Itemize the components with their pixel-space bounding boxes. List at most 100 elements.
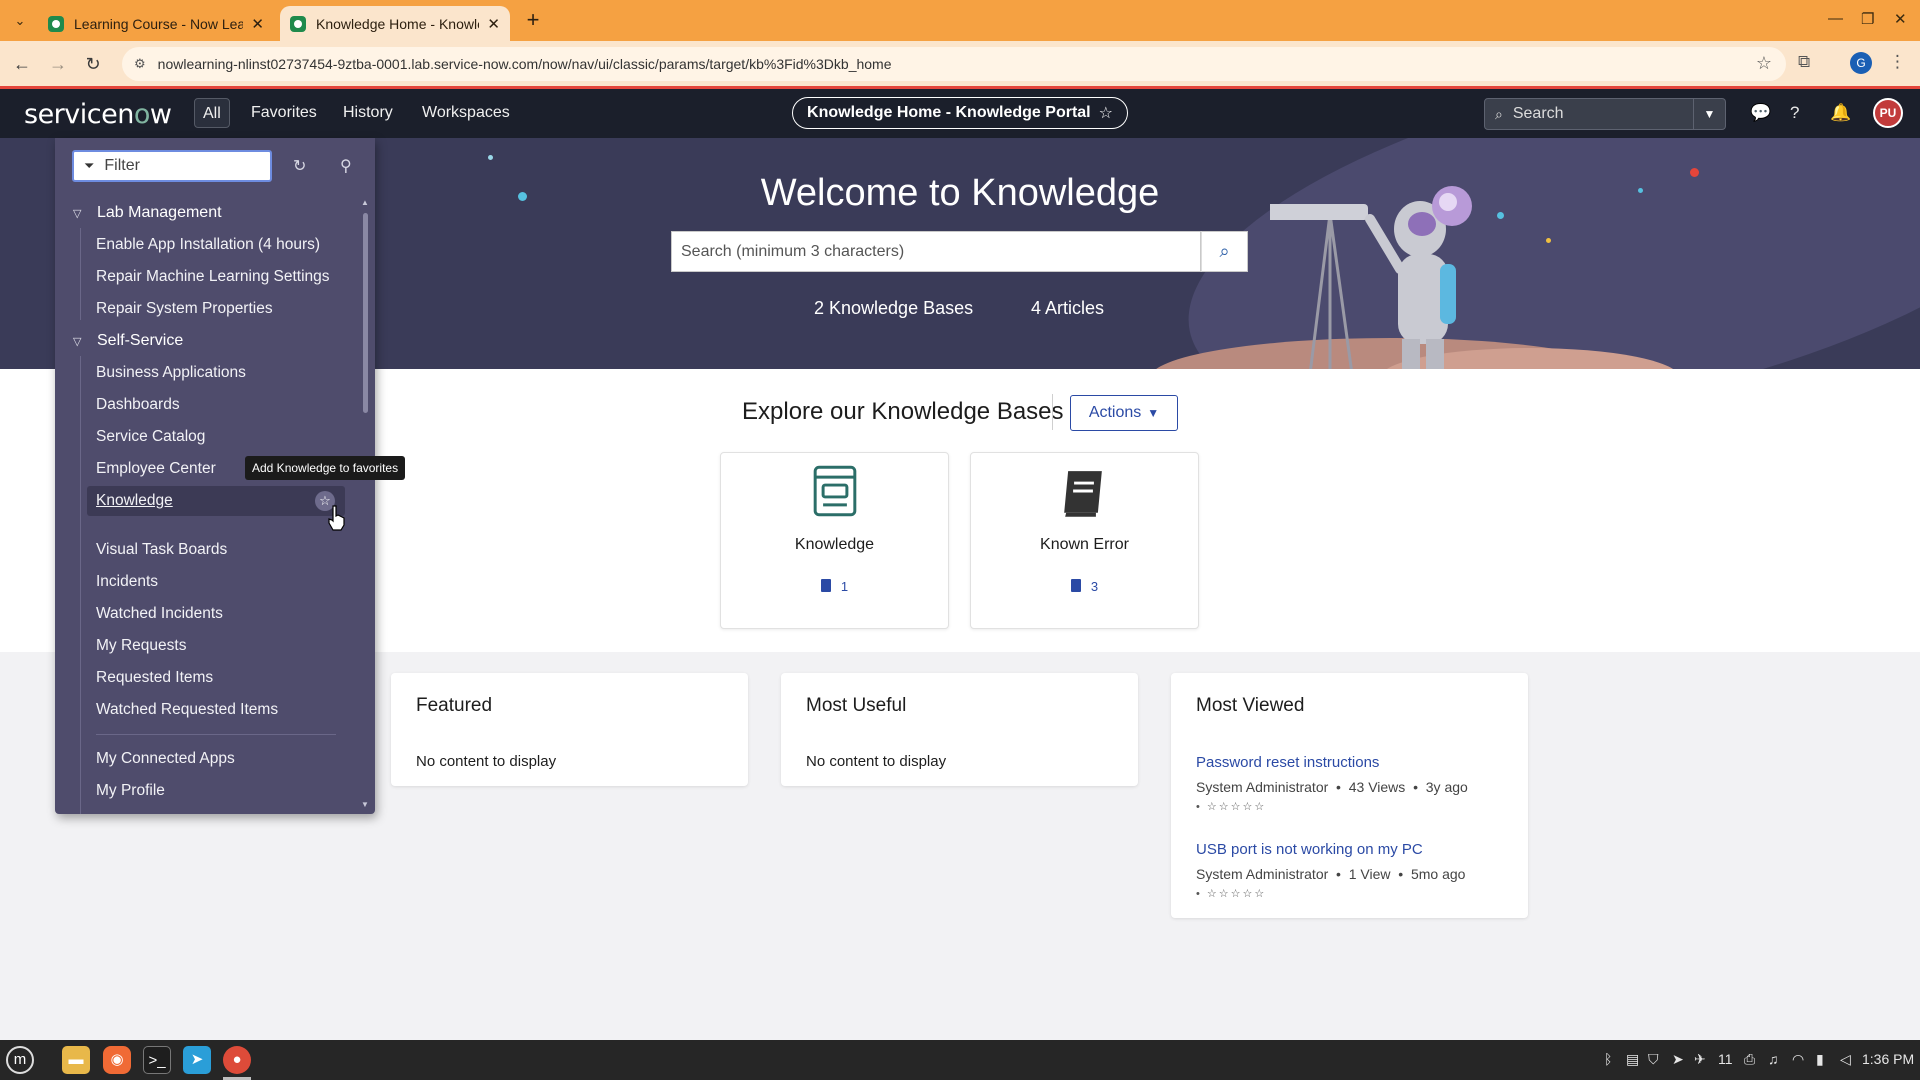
nav-item-incidents[interactable]: Incidents: [96, 573, 158, 591]
browser-profile-avatar[interactable]: G: [1850, 52, 1872, 74]
firefox-icon[interactable]: ◉: [103, 1046, 131, 1074]
printer-icon[interactable]: ⎙: [1744, 1051, 1755, 1068]
browser-tab-learning-course[interactable]: Learning Course - Now Learn ✕: [38, 6, 274, 41]
nav-item-dashboards[interactable]: Dashboards: [96, 396, 180, 414]
tab-close-icon[interactable]: ✕: [251, 15, 264, 33]
nav-favorites[interactable]: Favorites: [243, 98, 325, 128]
nav-item-watched-incidents[interactable]: Watched Incidents: [96, 605, 223, 623]
rocket-icon[interactable]: ✈: [1694, 1051, 1706, 1068]
nav-all[interactable]: All: [194, 98, 230, 128]
telegram-icon[interactable]: ➤: [183, 1046, 211, 1074]
section-self-service[interactable]: ▽ Self-Service: [73, 332, 183, 350]
bluetooth-icon[interactable]: ᛒ: [1604, 1051, 1612, 1067]
help-icon[interactable]: ?: [1790, 103, 1799, 123]
os-taskbar: m ▬ ◉ >_ ➤ ● ᛒ ▤ ⛉ ➤ ✈ 11 ⎙ ♫ ◠ ▮ ◁ 1:36…: [0, 1040, 1920, 1080]
kb-card-known-error[interactable]: Known Error 3: [970, 452, 1199, 629]
navigator-scrollbar[interactable]: [363, 213, 368, 413]
tab-title: Learning Course - Now Learn: [74, 15, 244, 32]
file-manager-icon[interactable]: ▬: [62, 1046, 90, 1074]
refresh-icon[interactable]: ↻: [293, 156, 306, 176]
notifications-bell-icon[interactable]: 🔔: [1830, 103, 1851, 123]
chrome-icon[interactable]: ●: [223, 1046, 251, 1074]
nav-item-my-connected-apps[interactable]: My Connected Apps: [96, 750, 235, 768]
knowledge-search-input[interactable]: Search (minimum 3 characters): [671, 231, 1201, 272]
article-meta: System Administrator • 1 View • 5mo ago: [1196, 866, 1466, 882]
shield-icon[interactable]: ⛉: [1648, 1051, 1659, 1068]
servicenow-logo[interactable]: servicenow: [24, 99, 172, 130]
chevron-down-icon: ▽: [73, 208, 82, 220]
nav-item-business-applications[interactable]: Business Applications: [96, 364, 246, 382]
close-window-icon[interactable]: ✕: [1894, 10, 1907, 28]
back-arrow-icon[interactable]: ←: [9, 51, 35, 77]
articles-count[interactable]: 4 Articles: [1031, 298, 1104, 319]
pin-icon[interactable]: ⚲: [340, 156, 352, 176]
featured-panel: Featured No content to display: [391, 673, 748, 786]
global-search-input[interactable]: ⌕ Search: [1484, 98, 1694, 130]
nav-item-knowledge[interactable]: Knowledge: [87, 486, 345, 516]
navigator-filter-input[interactable]: ⏷ Filter: [72, 150, 272, 182]
music-icon[interactable]: ♫: [1768, 1051, 1779, 1067]
terminal-icon[interactable]: >_: [143, 1046, 171, 1074]
knowledge-bases-count[interactable]: 2 Knowledge Bases: [814, 298, 973, 319]
context-title-pill[interactable]: Knowledge Home - Knowledge Portal ☆: [792, 97, 1128, 129]
extensions-puzzle-icon[interactable]: ⧉: [1798, 52, 1810, 72]
battery-icon[interactable]: ▮: [1816, 1051, 1824, 1068]
reload-icon[interactable]: ↻: [80, 51, 106, 77]
site-info-icon[interactable]: ⚙: [134, 56, 146, 72]
context-title: Knowledge Home - Knowledge Portal: [807, 104, 1091, 121]
favorite-star-icon[interactable]: ☆: [1099, 103, 1113, 123]
nav-item-employee-center[interactable]: Employee Center: [96, 460, 216, 478]
wifi-icon[interactable]: ◠: [1792, 1051, 1804, 1068]
article-link[interactable]: USB port is not working on my PC: [1196, 841, 1465, 858]
browser-tab-knowledge-home[interactable]: Knowledge Home - Knowled ✕: [280, 6, 510, 41]
search-icon[interactable]: ⌕: [1201, 231, 1248, 272]
chevron-down-icon: ▼: [1147, 406, 1160, 420]
section-lab-management[interactable]: ▽ Lab Management: [73, 204, 222, 222]
clock[interactable]: 1:36 PM: [1862, 1051, 1914, 1067]
clipboard-icon[interactable]: ▤: [1626, 1051, 1639, 1068]
tree-guide-line: [80, 228, 81, 320]
chat-icon[interactable]: 💬: [1750, 103, 1771, 123]
scroll-down-icon[interactable]: ▼: [361, 800, 369, 809]
nav-item-enable-app-installation[interactable]: Enable App Installation (4 hours): [96, 236, 320, 254]
nav-item-my-requests[interactable]: My Requests: [96, 637, 186, 655]
kb-card-article-count[interactable]: 1: [721, 579, 948, 594]
scroll-up-icon[interactable]: ▲: [361, 198, 369, 207]
tray-badge-count: 11: [1718, 1051, 1733, 1067]
kb-card-article-count[interactable]: 3: [971, 579, 1198, 594]
new-tab-plus-icon[interactable]: +: [520, 8, 546, 34]
bookmark-star-icon[interactable]: ☆: [1756, 53, 1772, 74]
nav-item-service-catalog[interactable]: Service Catalog: [96, 428, 205, 446]
document-icon: [820, 579, 831, 592]
tree-guide-line: [80, 356, 81, 814]
kb-card-knowledge[interactable]: Knowledge 1: [720, 452, 949, 629]
telegram-tray-icon[interactable]: ➤: [1672, 1051, 1684, 1068]
minimize-window-icon[interactable]: —: [1828, 10, 1843, 27]
nav-history[interactable]: History: [335, 98, 401, 128]
user-avatar[interactable]: PU: [1873, 98, 1903, 128]
start-menu-icon[interactable]: m: [6, 1046, 34, 1074]
nav-item-my-profile[interactable]: My Profile: [96, 782, 165, 800]
nav-item-visual-task-boards[interactable]: Visual Task Boards: [96, 541, 227, 559]
volume-icon[interactable]: ◁: [1840, 1051, 1851, 1068]
nav-item-requested-items[interactable]: Requested Items: [96, 669, 213, 687]
nav-item-watched-requested-items[interactable]: Watched Requested Items: [96, 701, 278, 719]
global-search-placeholder: Search: [1512, 105, 1564, 122]
kb-card-name: Known Error: [1040, 536, 1129, 553]
article-meta: System Administrator • 43 Views • 3y ago: [1196, 779, 1468, 795]
restore-window-icon[interactable]: ❐: [1861, 10, 1874, 28]
browser-menu-icon[interactable]: ⋮: [1889, 52, 1906, 72]
search-scope-dropdown[interactable]: ▼: [1694, 98, 1726, 130]
forward-arrow-icon[interactable]: →: [45, 51, 71, 77]
tab-close-icon[interactable]: ✕: [487, 15, 500, 33]
panel-title: Most Useful: [806, 695, 907, 716]
nav-workspaces[interactable]: Workspaces: [414, 98, 518, 128]
nav-item-repair-system-properties[interactable]: Repair System Properties: [96, 300, 273, 318]
tab-search-chevron-icon[interactable]: ⌄: [8, 9, 32, 33]
knowledge-base-icon: [813, 465, 857, 517]
nav-item-repair-ml-settings[interactable]: Repair Machine Learning Settings: [96, 268, 330, 286]
url-input[interactable]: ⚙ nowlearning-nlinst02737454-9ztba-0001.…: [122, 47, 1786, 81]
actions-button[interactable]: Actions ▼: [1070, 395, 1178, 431]
servicenow-favicon-icon: [48, 15, 64, 32]
article-link[interactable]: Password reset instructions: [1196, 754, 1468, 771]
